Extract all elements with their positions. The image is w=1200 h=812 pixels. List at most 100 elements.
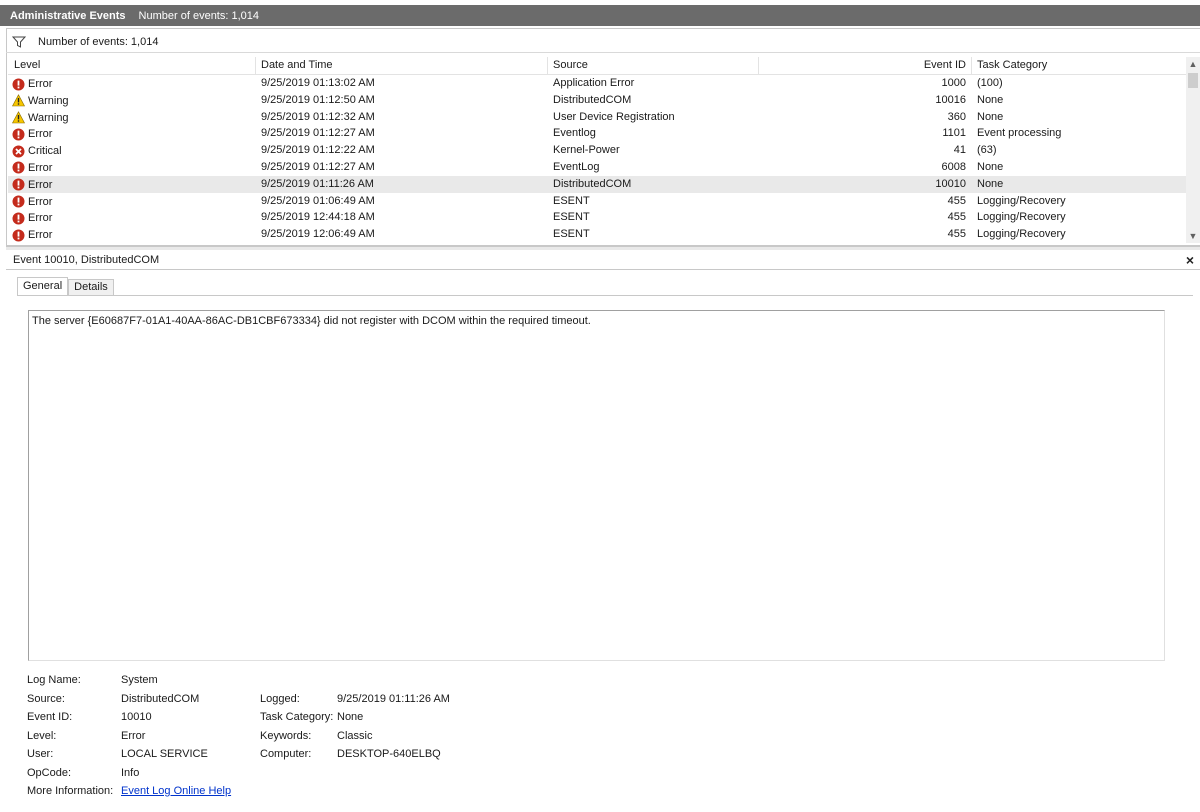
row-event-id: 10016 (935, 93, 966, 106)
row-source: Application Error (553, 77, 635, 89)
event-detail-title: Event 10010, DistributedCOM (13, 253, 160, 266)
grid-header: Level Date and Time Source Event ID Task… (8, 57, 1186, 75)
table-row[interactable]: Error 9/25/2019 01:06:49 AM ESENT 455 Loggin… (8, 193, 1186, 210)
scroll-down-arrow-icon[interactable]: ▼ (1186, 229, 1200, 243)
row-level-text: Warning (28, 94, 69, 107)
row-source: Eventlog (553, 127, 596, 140)
column-separator[interactable] (758, 57, 759, 75)
row-level: Error (12, 178, 52, 192)
table-row[interactable]: Warning 9/25/2019 01:12:50 AM DistributedC… (8, 92, 1186, 109)
event-log-online-help-link[interactable]: Event Log Online Help (121, 785, 231, 797)
table-row[interactable]: Error 9/25/2019 01:12:27 AM EventLog 6008 No… (8, 159, 1186, 176)
row-level: Error (12, 127, 52, 141)
row-date: 9/25/2019 01:12:22 AM (261, 144, 375, 157)
event-detail-title-bar: Event 10010, DistributedCOM × (6, 250, 1200, 270)
view-title-bar: Administrative Events Number of events: … (0, 5, 1200, 26)
opcode-value: Info (121, 767, 140, 779)
funnel-icon[interactable] (11, 36, 27, 48)
keywords-label: Keywords: (260, 730, 312, 742)
row-date: 9/25/2019 01:13:02 AM (261, 77, 375, 89)
row-date: 9/25/2019 01:12:50 AM (261, 93, 375, 106)
detail-tabs: General Details (17, 277, 114, 296)
row-task-category: None (977, 177, 1004, 190)
table-row[interactable]: Warning 9/25/2019 01:12:32 AM User Device … (8, 109, 1186, 126)
column-separator[interactable] (547, 57, 548, 75)
row-date: 9/25/2019 12:06:49 AM (261, 228, 375, 241)
row-level-text: Error (28, 178, 53, 191)
row-source: Kernel-Power (553, 144, 620, 157)
row-source: ESENT (553, 194, 590, 207)
error-icon (12, 161, 25, 174)
table-row[interactable]: Error 9/25/2019 01:13:02 AM Application Er… (8, 75, 1186, 92)
filter-event-count: Number of events: 1,014 (38, 35, 159, 48)
column-header-event-id[interactable]: Event ID (886, 59, 966, 73)
row-task-category: Logging/Recovery (977, 211, 1066, 224)
row-level-text: Error (28, 78, 53, 90)
column-header-task-category[interactable]: Task Category (977, 59, 1047, 73)
computer-label: Computer: (260, 748, 312, 760)
row-task-category: (63) (977, 144, 997, 157)
column-separator[interactable] (255, 57, 256, 75)
row-task-category: (100) (977, 77, 1003, 89)
row-level: Error (12, 161, 52, 175)
events-grid[interactable]: Level Date and Time Source Event ID Task… (8, 57, 1186, 243)
keywords-value: Classic (337, 730, 373, 742)
column-header-date[interactable]: Date and Time (261, 59, 333, 73)
row-event-id: 455 (947, 211, 966, 224)
event-description[interactable]: The server {E60687F7-01A1-40AA-86AC-DB1C… (28, 310, 1165, 661)
row-source: DistributedCOM (553, 177, 632, 190)
tab-body-border (17, 295, 1193, 296)
error-icon (12, 128, 25, 141)
row-source: DistributedCOM (553, 93, 632, 106)
table-row[interactable]: Error 9/25/2019 01:11:26 AM DistributedCOM… (8, 175, 1186, 193)
error-icon (12, 195, 25, 208)
grid-vertical-scrollbar[interactable]: ▲ ▼ (1186, 57, 1200, 243)
table-row[interactable]: Error 9/25/2019 12:44:18 AM ESENT 455 Loggin… (8, 209, 1186, 226)
more-information-label: More Information: (27, 785, 114, 797)
tab-details[interactable]: Details (68, 279, 114, 296)
row-level-text: Warning (28, 111, 69, 124)
scroll-up-arrow-icon[interactable]: ▲ (1186, 57, 1200, 71)
row-event-id: 1000 (941, 77, 966, 89)
event-id-value: 10010 (121, 711, 152, 723)
row-level: Critical (12, 144, 62, 158)
row-task-category: None (977, 160, 1004, 173)
row-source: User Device Registration (553, 110, 675, 123)
tab-general[interactable]: General (17, 277, 69, 296)
row-event-id: 6008 (941, 160, 966, 173)
table-row[interactable]: Error 9/25/2019 12:06:49 AM ESENT 455 Loggin… (8, 226, 1186, 243)
row-date: 9/25/2019 01:12:32 AM (261, 110, 375, 123)
grid-rows: Error 9/25/2019 01:13:02 AM Application Er… (8, 75, 1186, 243)
row-task-category: Event processing (977, 127, 1062, 140)
table-row[interactable]: Critical 9/25/2019 01:12:22 AM Kernel-Powe… (8, 142, 1186, 159)
event-id-label: Event ID: (27, 711, 73, 723)
log-name-value: System (121, 674, 158, 686)
row-level-text: Error (28, 128, 53, 141)
close-icon[interactable]: × (1186, 252, 1194, 268)
column-header-level[interactable]: Level (14, 59, 40, 73)
filter-bar: Number of events: 1,014 (6, 31, 1200, 53)
row-event-id: 455 (947, 228, 966, 241)
logged-label: Logged: (260, 693, 300, 705)
task-category-value: None (337, 711, 364, 723)
source-label: Source: (27, 693, 65, 705)
row-task-category: Logging/Recovery (977, 228, 1066, 241)
row-level-text: Critical (28, 145, 62, 158)
column-header-source[interactable]: Source (553, 59, 588, 73)
row-date: 9/25/2019 12:44:18 AM (261, 211, 375, 224)
source-value: DistributedCOM (121, 693, 200, 705)
column-separator[interactable] (971, 57, 972, 75)
error-icon (12, 212, 25, 225)
row-level-text: Error (28, 229, 53, 242)
row-level: Error (12, 211, 52, 225)
user-label: User: (27, 748, 54, 760)
view-title: Administrative Events (10, 9, 126, 22)
row-event-id: 1101 (942, 127, 966, 140)
row-level: Warning (11, 111, 69, 125)
error-icon (12, 229, 25, 242)
table-row[interactable]: Error 9/25/2019 01:12:27 AM Eventlog 1101 Ev… (8, 125, 1186, 142)
scrollbar-thumb[interactable] (1188, 73, 1198, 88)
row-source: ESENT (553, 211, 590, 224)
opcode-label: OpCode: (27, 767, 72, 779)
row-level-text: Error (28, 195, 53, 208)
